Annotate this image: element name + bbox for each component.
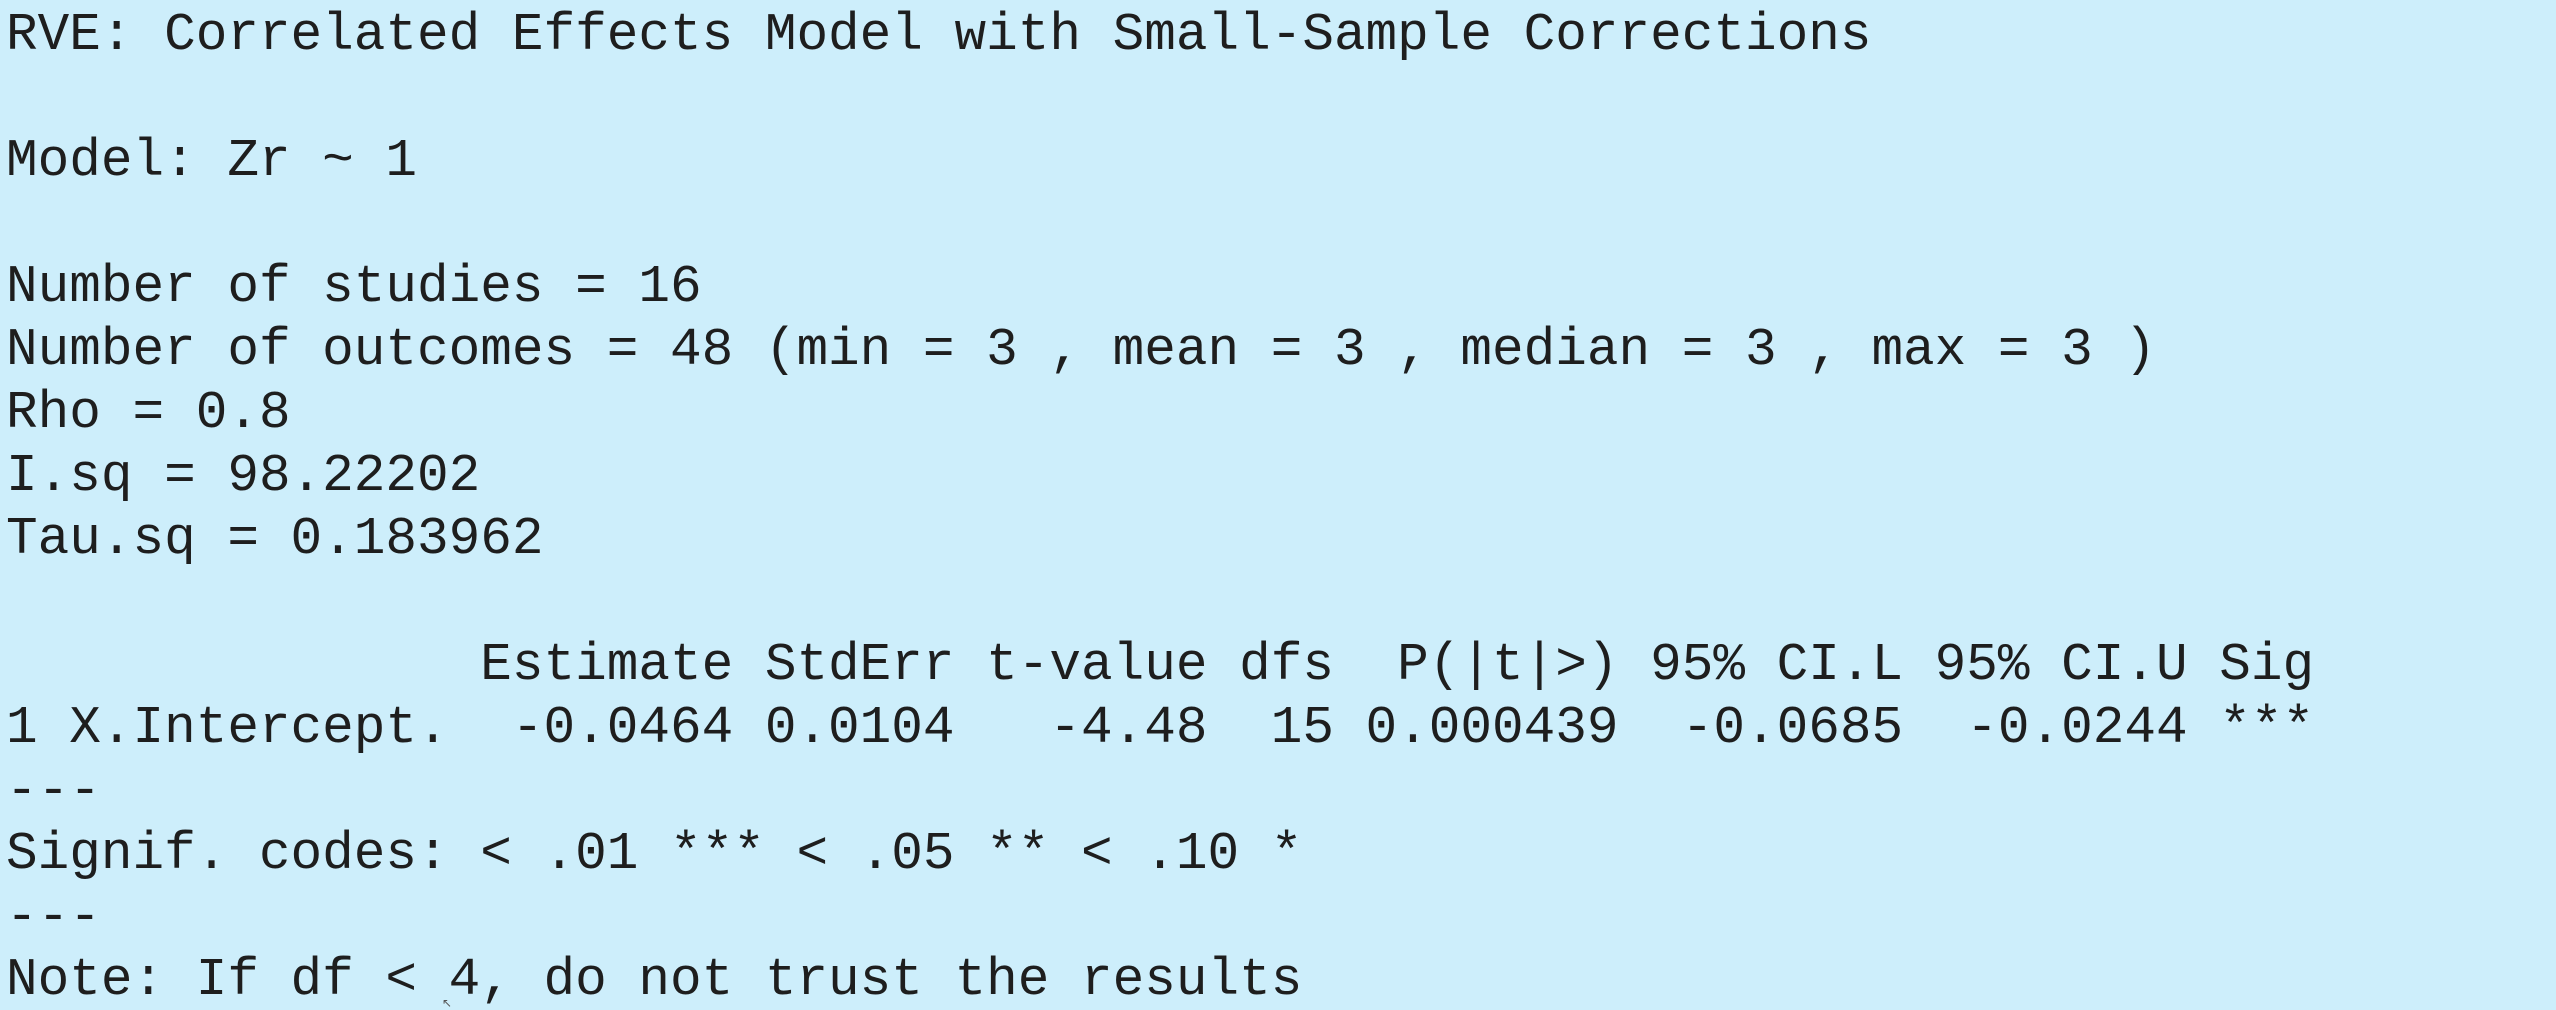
output-title: RVE: Correlated Effects Model with Small… [6, 5, 1872, 65]
number-of-outcomes: Number of outcomes = 48 (min = 3 , mean … [6, 320, 2156, 380]
rho-value: Rho = 0.8 [6, 383, 291, 443]
model-formula: Model: Zr ~ 1 [6, 131, 418, 191]
separator: --- [6, 761, 101, 821]
mouse-cursor-icon: ↖ [442, 996, 453, 1010]
note-line: Note: If df < 4, do not trust the result… [6, 950, 1303, 1008]
i-squared-value: I.sq = 98.22202 [6, 446, 481, 506]
number-of-studies: Number of studies = 16 [6, 257, 702, 317]
separator: --- [6, 887, 101, 947]
significance-codes: Signif. codes: < .01 *** < .05 ** < .10 … [6, 824, 1303, 884]
tau-squared-value: Tau.sq = 0.183962 [6, 509, 544, 569]
r-console-output: RVE: Correlated Effects Model with Small… [0, 0, 2556, 1008]
results-table-row: 1 X.Intercept. -0.0464 0.0104 -4.48 15 0… [6, 698, 2315, 758]
results-table-header: Estimate StdErr t-value dfs P(|t|>) 95% … [6, 635, 2315, 695]
